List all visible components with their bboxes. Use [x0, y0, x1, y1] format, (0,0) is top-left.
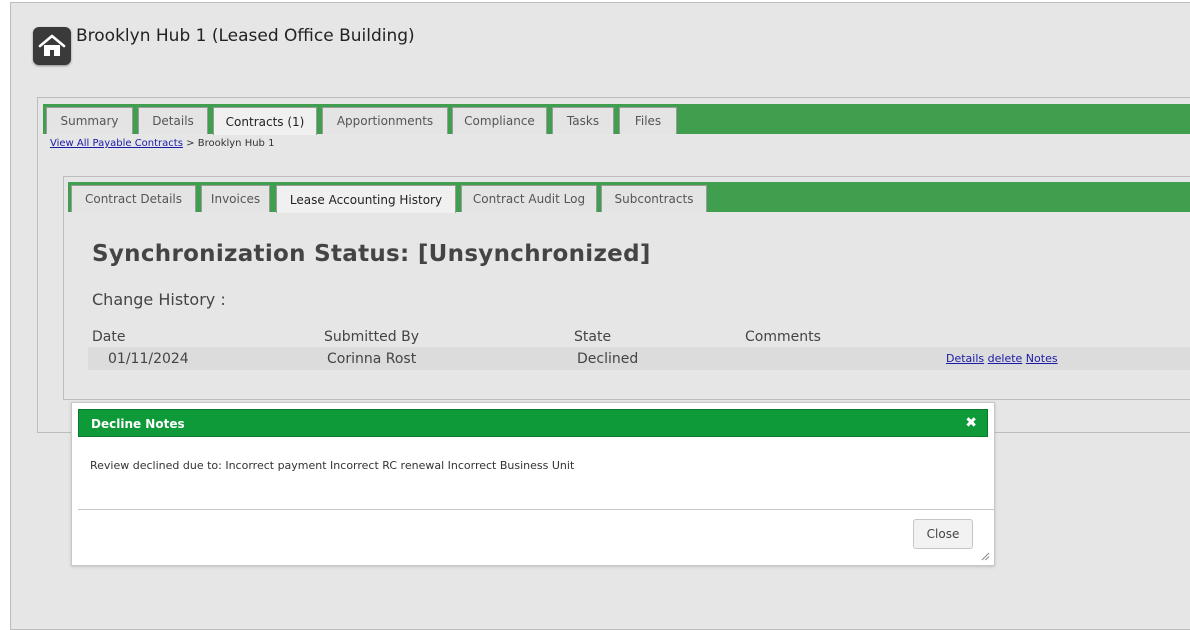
tab-contract-audit-log[interactable]: Contract Audit Log — [461, 185, 597, 212]
dialog-title: Decline Notes — [91, 417, 185, 431]
tab-subcontracts[interactable]: Subcontracts — [601, 185, 707, 212]
column-header-state: State — [574, 329, 612, 345]
breadcrumb: View All Payable Contracts > Brooklyn Hu… — [50, 138, 274, 149]
resize-grip-icon[interactable] — [980, 551, 990, 561]
breadcrumb-link-payable-contracts[interactable]: View All Payable Contracts — [50, 138, 183, 149]
delete-link[interactable]: delete — [988, 352, 1023, 365]
page-title: Brooklyn Hub 1 (Leased Office Building) — [76, 26, 415, 46]
row-date: 01/11/2024 — [108, 351, 189, 367]
tab-apportionments[interactable]: Apportionments — [322, 107, 448, 134]
breadcrumb-current: Brooklyn Hub 1 — [197, 138, 275, 149]
column-header-submitted-by: Submitted By — [324, 329, 419, 345]
tab-tasks[interactable]: Tasks — [552, 107, 614, 134]
details-link[interactable]: Details — [946, 352, 984, 365]
decline-notes-dialog: Decline Notes ✖ Review declined due to: … — [71, 402, 995, 566]
tab-invoices[interactable]: Invoices — [201, 185, 270, 212]
row-actions: Details delete Notes — [946, 352, 1058, 365]
tab-contract-details[interactable]: Contract Details — [71, 185, 196, 212]
dialog-divider — [78, 509, 994, 510]
decline-notes-text: Review declined due to: Incorrect paymen… — [90, 459, 575, 472]
tab-compliance[interactable]: Compliance — [452, 107, 547, 134]
sync-status-heading: Synchronization Status: [Unsynchronized] — [92, 241, 651, 267]
breadcrumb-separator: > — [186, 138, 195, 149]
notes-link[interactable]: Notes — [1026, 352, 1058, 365]
close-button[interactable]: Close — [913, 519, 973, 549]
dialog-titlebar[interactable]: Decline Notes ✖ — [78, 409, 988, 437]
column-header-date: Date — [92, 329, 126, 345]
tab-contracts[interactable]: Contracts (1) — [213, 107, 317, 135]
tab-lease-accounting-history[interactable]: Lease Accounting History — [276, 185, 456, 213]
close-icon[interactable]: ✖ — [965, 415, 977, 431]
tab-details[interactable]: Details — [138, 107, 208, 134]
change-history-label: Change History : — [92, 290, 226, 309]
tab-summary[interactable]: Summary — [46, 107, 133, 134]
main-tab-bar: Summary Details Contracts (1) Apportionm… — [43, 104, 1190, 135]
home-icon[interactable] — [33, 27, 71, 65]
sub-tab-bar: Contract Details Invoices Lease Accounti… — [68, 182, 1190, 213]
row-submitted-by: Corinna Rost — [327, 351, 417, 367]
row-state: Declined — [577, 351, 639, 367]
column-header-comments: Comments — [745, 329, 821, 345]
tab-files[interactable]: Files — [619, 107, 677, 134]
